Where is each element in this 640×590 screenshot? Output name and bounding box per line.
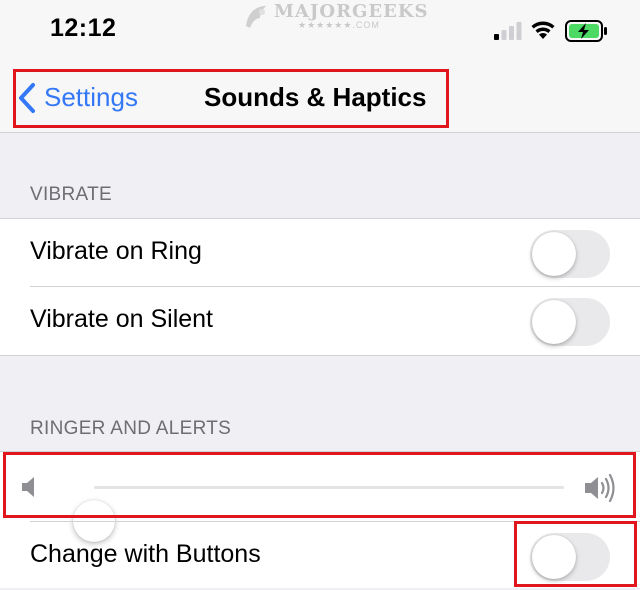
- status-time: 12:12: [50, 14, 117, 42]
- section-header-vibrate: VIBRATE: [30, 184, 112, 205]
- wifi-icon: [531, 21, 555, 39]
- vibrate-on-ring-row: Vibrate on Ring: [0, 219, 640, 287]
- vibrate-on-ring-toggle[interactable]: [530, 230, 610, 278]
- toggle-knob: [532, 300, 576, 344]
- highlight-box-nav: [13, 69, 449, 128]
- battery-charging-icon: [565, 20, 607, 42]
- vibrate-group: Vibrate on Ring Vibrate on Silent: [0, 218, 640, 356]
- vibrate-on-silent-toggle[interactable]: [530, 298, 610, 346]
- watermark-text: MAJORGEEKS: [274, 1, 429, 22]
- signal-icon: [494, 22, 522, 40]
- vibrate-on-silent-row: Vibrate on Silent: [0, 287, 640, 355]
- section-header-ringer: RINGER AND ALERTS: [30, 418, 232, 439]
- status-bar: 12:12 MAJORGEEKS ★★★★★★.COM: [0, 0, 640, 62]
- watermark-logo-icon: [246, 6, 266, 28]
- highlight-box-volume: [3, 452, 636, 518]
- vibrate-on-silent-label: Vibrate on Silent: [30, 305, 213, 333]
- toggle-knob: [532, 232, 576, 276]
- watermark: MAJORGEEKS ★★★★★★.COM: [238, 0, 428, 32]
- highlight-box-toggle: [514, 521, 637, 587]
- watermark-subtext: ★★★★★★.COM: [298, 20, 380, 30]
- change-with-buttons-label: Change with Buttons: [30, 540, 261, 568]
- vibrate-on-ring-label: Vibrate on Ring: [30, 237, 202, 265]
